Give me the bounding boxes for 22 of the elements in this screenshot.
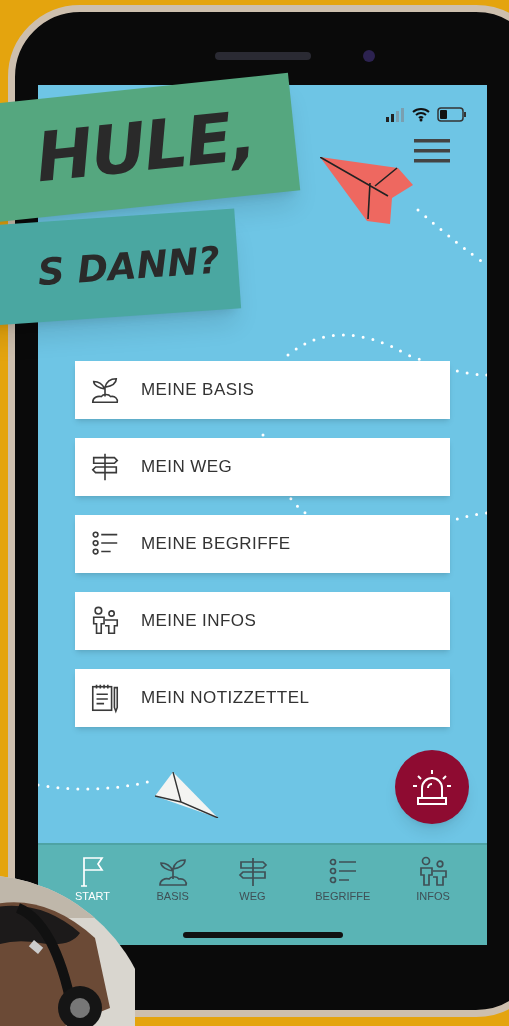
menu-item[interactable]: MEIN WEG [75,438,450,496]
menu-item[interactable]: MEINE BASIS [75,361,450,419]
notepad-icon [89,682,121,714]
siren-icon [412,768,452,806]
menu-item[interactable]: MEINE INFOS [75,592,450,650]
nav-tab[interactable]: BEGRIFFE [315,855,371,902]
paper-plane-icon [155,772,219,818]
banner-subtitle: S DANN? [36,241,221,291]
paper-plane-icon [320,157,416,227]
signpost-icon [89,451,121,483]
nav-tab[interactable]: INFOS [416,855,451,902]
nav-tab[interactable]: WEG [235,855,270,902]
wifi-icon [412,107,430,122]
menu-item[interactable]: MEIN NOTIZZETTEL [75,669,450,727]
battery-icon [437,107,467,122]
banner-title: HULE, [32,101,258,193]
cellular-signal-icon [386,108,406,122]
alarm-button[interactable] [395,750,469,824]
nav-tab[interactable]: BASIS [155,855,190,902]
menu-icon [414,139,450,163]
menu-button[interactable] [414,138,450,164]
menu-item[interactable]: MEINE BEGRIFFE [75,515,450,573]
